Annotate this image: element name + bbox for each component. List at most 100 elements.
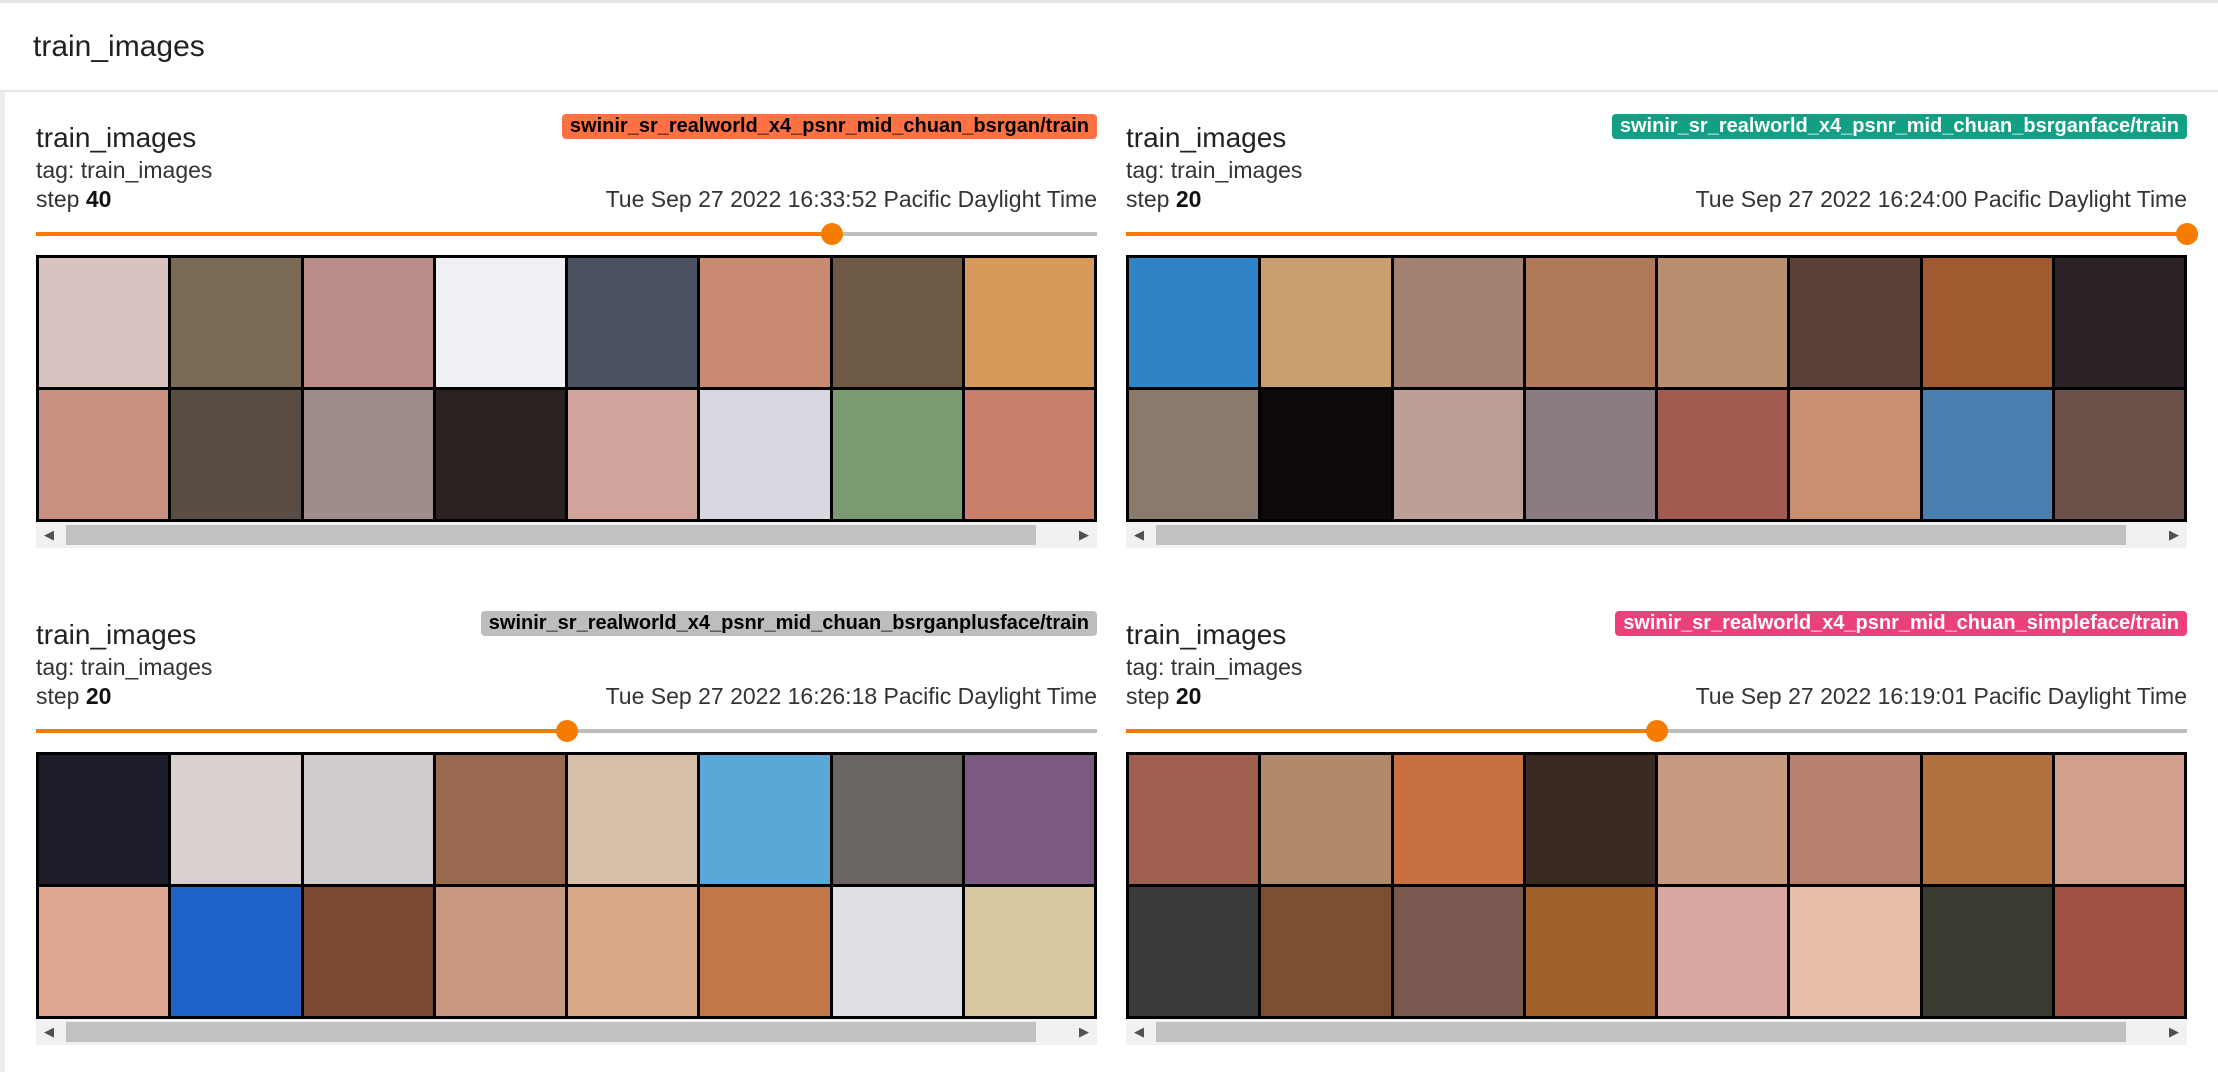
image-thumbnail[interactable] (435, 887, 565, 1016)
image-thumbnail[interactable] (39, 887, 169, 1016)
image-thumbnail[interactable] (1658, 755, 1788, 884)
image-thumbnail[interactable] (1129, 258, 1259, 387)
step-label: step (36, 186, 80, 212)
image-thumbnail[interactable] (1393, 390, 1523, 519)
image-thumbnail[interactable] (303, 887, 433, 1016)
image-thumbnail[interactable] (2054, 258, 2184, 387)
image-thumbnail[interactable] (700, 390, 830, 519)
image-thumbnail[interactable] (303, 755, 433, 884)
image-thumbnail[interactable] (1922, 258, 2052, 387)
horizontal-scrollbar[interactable]: ◀ ▶ (36, 522, 1097, 548)
image-thumbnail[interactable] (568, 258, 698, 387)
image-thumbnail[interactable] (1658, 887, 1788, 1016)
image-thumbnail[interactable] (303, 258, 433, 387)
image-thumbnail[interactable] (964, 755, 1094, 884)
image-thumbnail[interactable] (1129, 390, 1259, 519)
scrollbar-thumb[interactable] (66, 525, 1036, 545)
image-thumbnail[interactable] (39, 755, 169, 884)
image-thumbnail[interactable] (1922, 887, 2052, 1016)
image-thumbnail[interactable] (435, 755, 565, 884)
slider-thumb[interactable] (2176, 223, 2198, 245)
image-thumbnail[interactable] (1261, 258, 1391, 387)
image-thumbnail[interactable] (171, 755, 301, 884)
image-thumbnail[interactable] (171, 258, 301, 387)
image-thumbnail[interactable] (2054, 390, 2184, 519)
image-thumbnail[interactable] (1129, 887, 1259, 1016)
horizontal-scrollbar[interactable]: ◀ ▶ (1126, 1019, 2187, 1045)
image-thumbnail[interactable] (832, 887, 962, 1016)
step-slider[interactable] (36, 222, 1097, 246)
image-thumbnail[interactable] (171, 390, 301, 519)
scroll-left-arrow-icon[interactable]: ◀ (1126, 522, 1152, 548)
card-step: step 20 (36, 683, 111, 710)
scroll-right-arrow-icon[interactable]: ▶ (1071, 1019, 1097, 1045)
image-thumbnail[interactable] (1393, 887, 1523, 1016)
image-thumbnail[interactable] (1129, 755, 1259, 884)
image-grid[interactable] (36, 255, 1097, 522)
scroll-left-arrow-icon[interactable]: ◀ (36, 1019, 62, 1045)
slider-thumb[interactable] (820, 223, 843, 245)
slider-thumb[interactable] (1645, 720, 1668, 742)
image-thumbnail[interactable] (964, 887, 1094, 1016)
image-thumbnail[interactable] (1261, 390, 1391, 519)
image-thumbnail[interactable] (39, 258, 169, 387)
image-thumbnail[interactable] (1261, 755, 1391, 884)
slider-thumb[interactable] (555, 720, 578, 742)
image-thumbnail[interactable] (1393, 755, 1523, 884)
image-thumbnail[interactable] (832, 390, 962, 519)
image-thumbnail[interactable] (964, 390, 1094, 519)
scroll-right-arrow-icon[interactable]: ▶ (2161, 522, 2187, 548)
scrollbar-thumb[interactable] (1156, 525, 2126, 545)
scroll-right-arrow-icon[interactable]: ▶ (1071, 522, 1097, 548)
image-thumbnail[interactable] (2054, 887, 2184, 1016)
image-thumbnail[interactable] (700, 887, 830, 1016)
image-grid[interactable] (1126, 255, 2187, 522)
scroll-left-arrow-icon[interactable]: ◀ (1126, 1019, 1152, 1045)
scroll-left-arrow-icon[interactable]: ◀ (36, 522, 62, 548)
step-slider[interactable] (1126, 222, 2198, 246)
horizontal-scrollbar[interactable]: ◀ ▶ (1126, 522, 2187, 548)
horizontal-scrollbar[interactable]: ◀ ▶ (36, 1019, 1097, 1045)
image-thumbnail[interactable] (303, 390, 433, 519)
image-thumbnail[interactable] (1525, 258, 1655, 387)
image-grid[interactable] (1126, 752, 2187, 1019)
image-thumbnail[interactable] (568, 390, 698, 519)
image-card: train_images swinir_sr_realworld_x4_psnr… (36, 92, 1097, 548)
image-thumbnail[interactable] (1922, 390, 2052, 519)
image-thumbnail[interactable] (1658, 390, 1788, 519)
card-tag: tag: train_images (36, 157, 213, 183)
scroll-right-arrow-icon[interactable]: ▶ (2161, 1019, 2187, 1045)
image-thumbnail[interactable] (1525, 887, 1655, 1016)
image-thumbnail[interactable] (964, 258, 1094, 387)
image-thumbnail[interactable] (1525, 755, 1655, 884)
image-grid[interactable] (36, 752, 1097, 1019)
image-thumbnail[interactable] (435, 390, 565, 519)
image-thumbnail[interactable] (568, 755, 698, 884)
run-chip: swinir_sr_realworld_x4_psnr_mid_chuan_bs… (1611, 114, 2187, 139)
image-thumbnail[interactable] (1790, 887, 1920, 1016)
image-thumbnail[interactable] (700, 755, 830, 884)
image-thumbnail[interactable] (171, 887, 301, 1016)
image-thumbnail[interactable] (1261, 887, 1391, 1016)
image-thumbnail[interactable] (1393, 258, 1523, 387)
image-thumbnail[interactable] (39, 390, 169, 519)
card-timestamp: Tue Sep 27 2022 16:19:01 Pacific Dayligh… (1695, 683, 2187, 709)
slider-fill (1126, 729, 1657, 733)
image-thumbnail[interactable] (1790, 755, 1920, 884)
image-thumbnail[interactable] (1525, 390, 1655, 519)
image-thumbnail[interactable] (832, 258, 962, 387)
scrollbar-thumb[interactable] (1156, 1022, 2126, 1042)
image-thumbnail[interactable] (1790, 258, 1920, 387)
image-thumbnail[interactable] (1658, 258, 1788, 387)
section-header[interactable]: train_images (0, 3, 2218, 92)
image-thumbnail[interactable] (832, 755, 962, 884)
image-thumbnail[interactable] (568, 887, 698, 1016)
image-thumbnail[interactable] (435, 258, 565, 387)
step-slider[interactable] (1126, 719, 2187, 743)
image-thumbnail[interactable] (1790, 390, 1920, 519)
scrollbar-thumb[interactable] (66, 1022, 1036, 1042)
image-thumbnail[interactable] (1922, 755, 2052, 884)
image-thumbnail[interactable] (2054, 755, 2184, 884)
image-thumbnail[interactable] (700, 258, 830, 387)
step-slider[interactable] (36, 719, 1097, 743)
